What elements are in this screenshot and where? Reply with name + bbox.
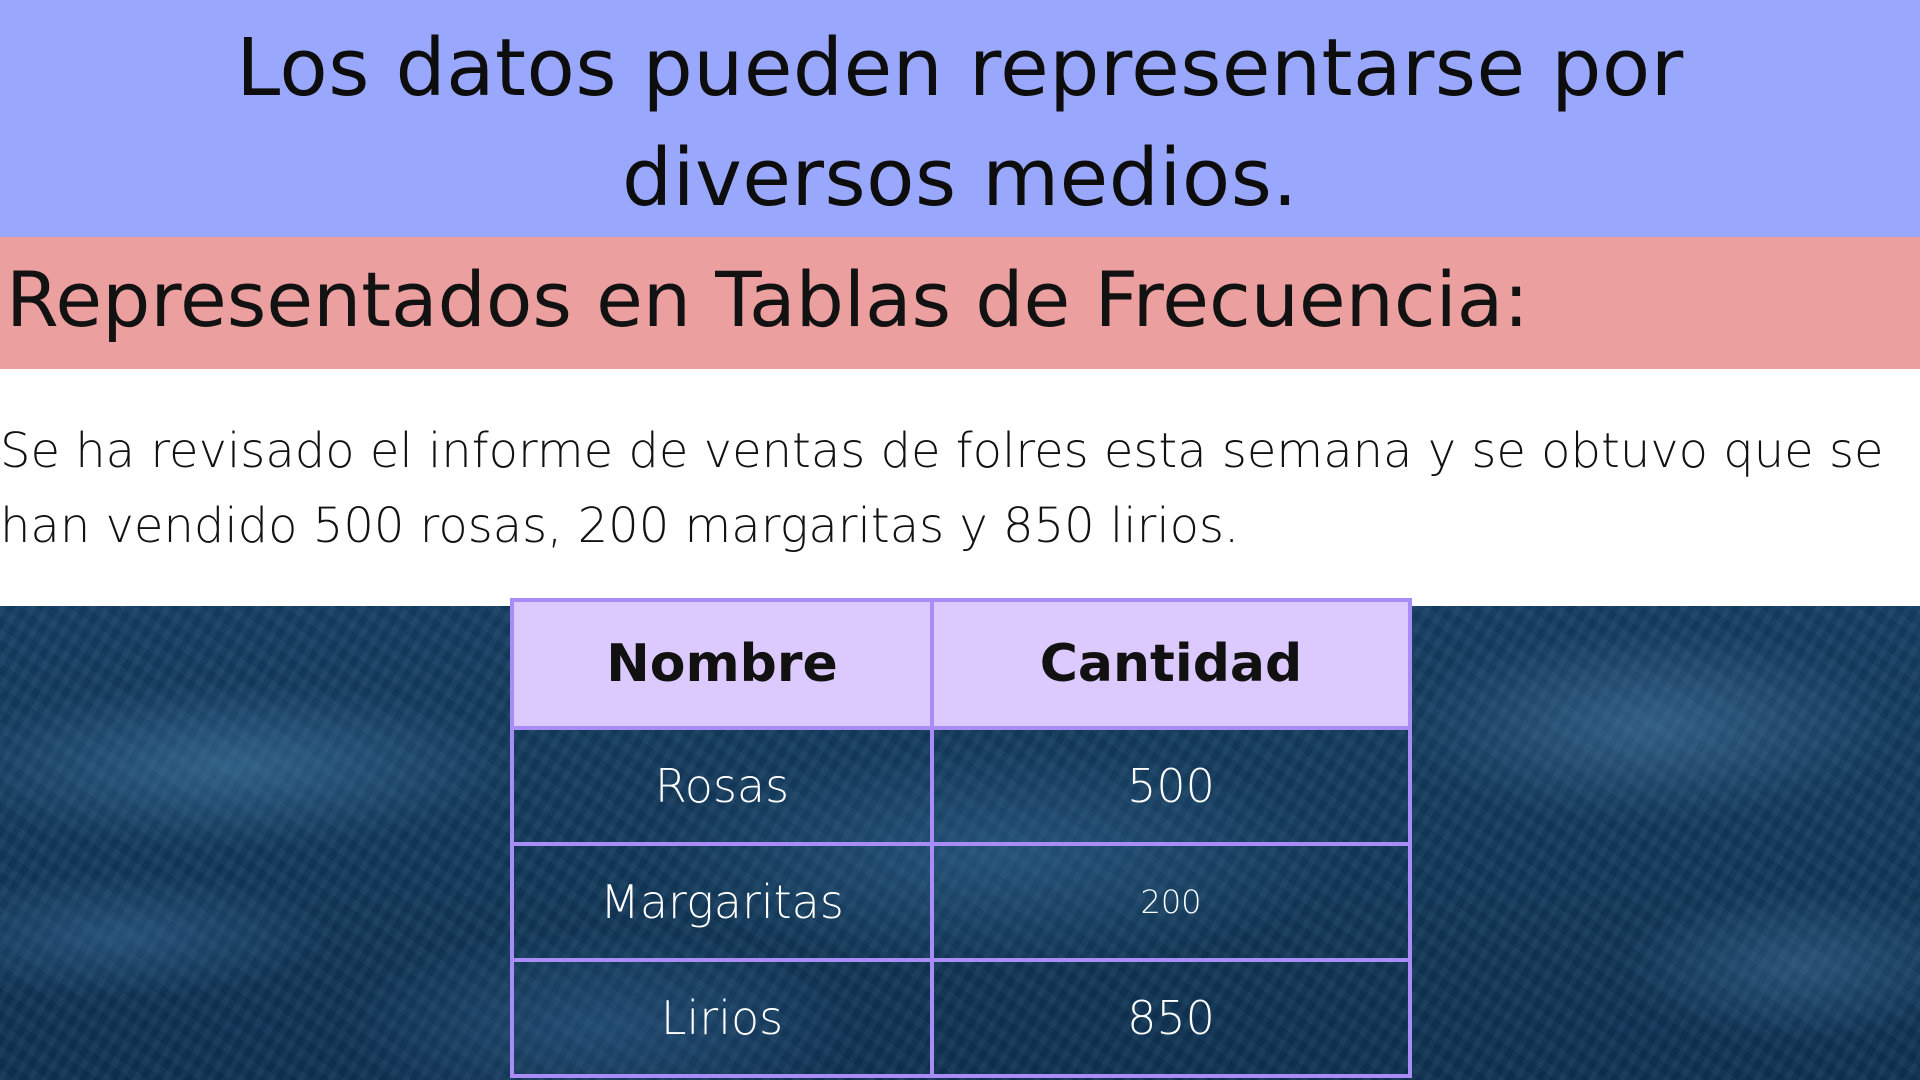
section-subtitle: Representados en Tablas de Frecuencia: — [6, 255, 1529, 344]
cell-name: Margaritas — [510, 842, 934, 962]
title-banner: Los datos pueden representarse por diver… — [0, 0, 1920, 237]
subtitle-banner: Representados en Tablas de Frecuencia: — [0, 237, 1920, 369]
table-header-row: Nombre Cantidad — [510, 598, 1412, 730]
page-title: Los datos pueden representarse por diver… — [236, 21, 1684, 224]
cell-name: Lirios — [510, 958, 934, 1078]
table-row: Rosas 500 — [510, 726, 1412, 846]
table-row: Margaritas 200 — [510, 842, 1412, 962]
description-paragraph: Se ha revisado el informe de ventas de f… — [0, 414, 1920, 564]
column-header-name: Nombre — [510, 598, 934, 730]
cell-quantity: 500 — [930, 726, 1412, 846]
frequency-table: Nombre Cantidad Rosas 500 Margaritas 200… — [510, 598, 1412, 1078]
table-row: Lirios 850 — [510, 958, 1412, 1078]
description-line-1: Se ha revisado el informe de ventas de f… — [0, 423, 1884, 479]
cell-quantity: 850 — [930, 958, 1412, 1078]
column-header-quantity: Cantidad — [930, 598, 1412, 730]
cell-quantity: 200 — [930, 842, 1412, 962]
cell-name: Rosas — [510, 726, 934, 846]
description-line-2: han vendido 500 rosas, 200 margaritas y … — [0, 498, 1240, 554]
